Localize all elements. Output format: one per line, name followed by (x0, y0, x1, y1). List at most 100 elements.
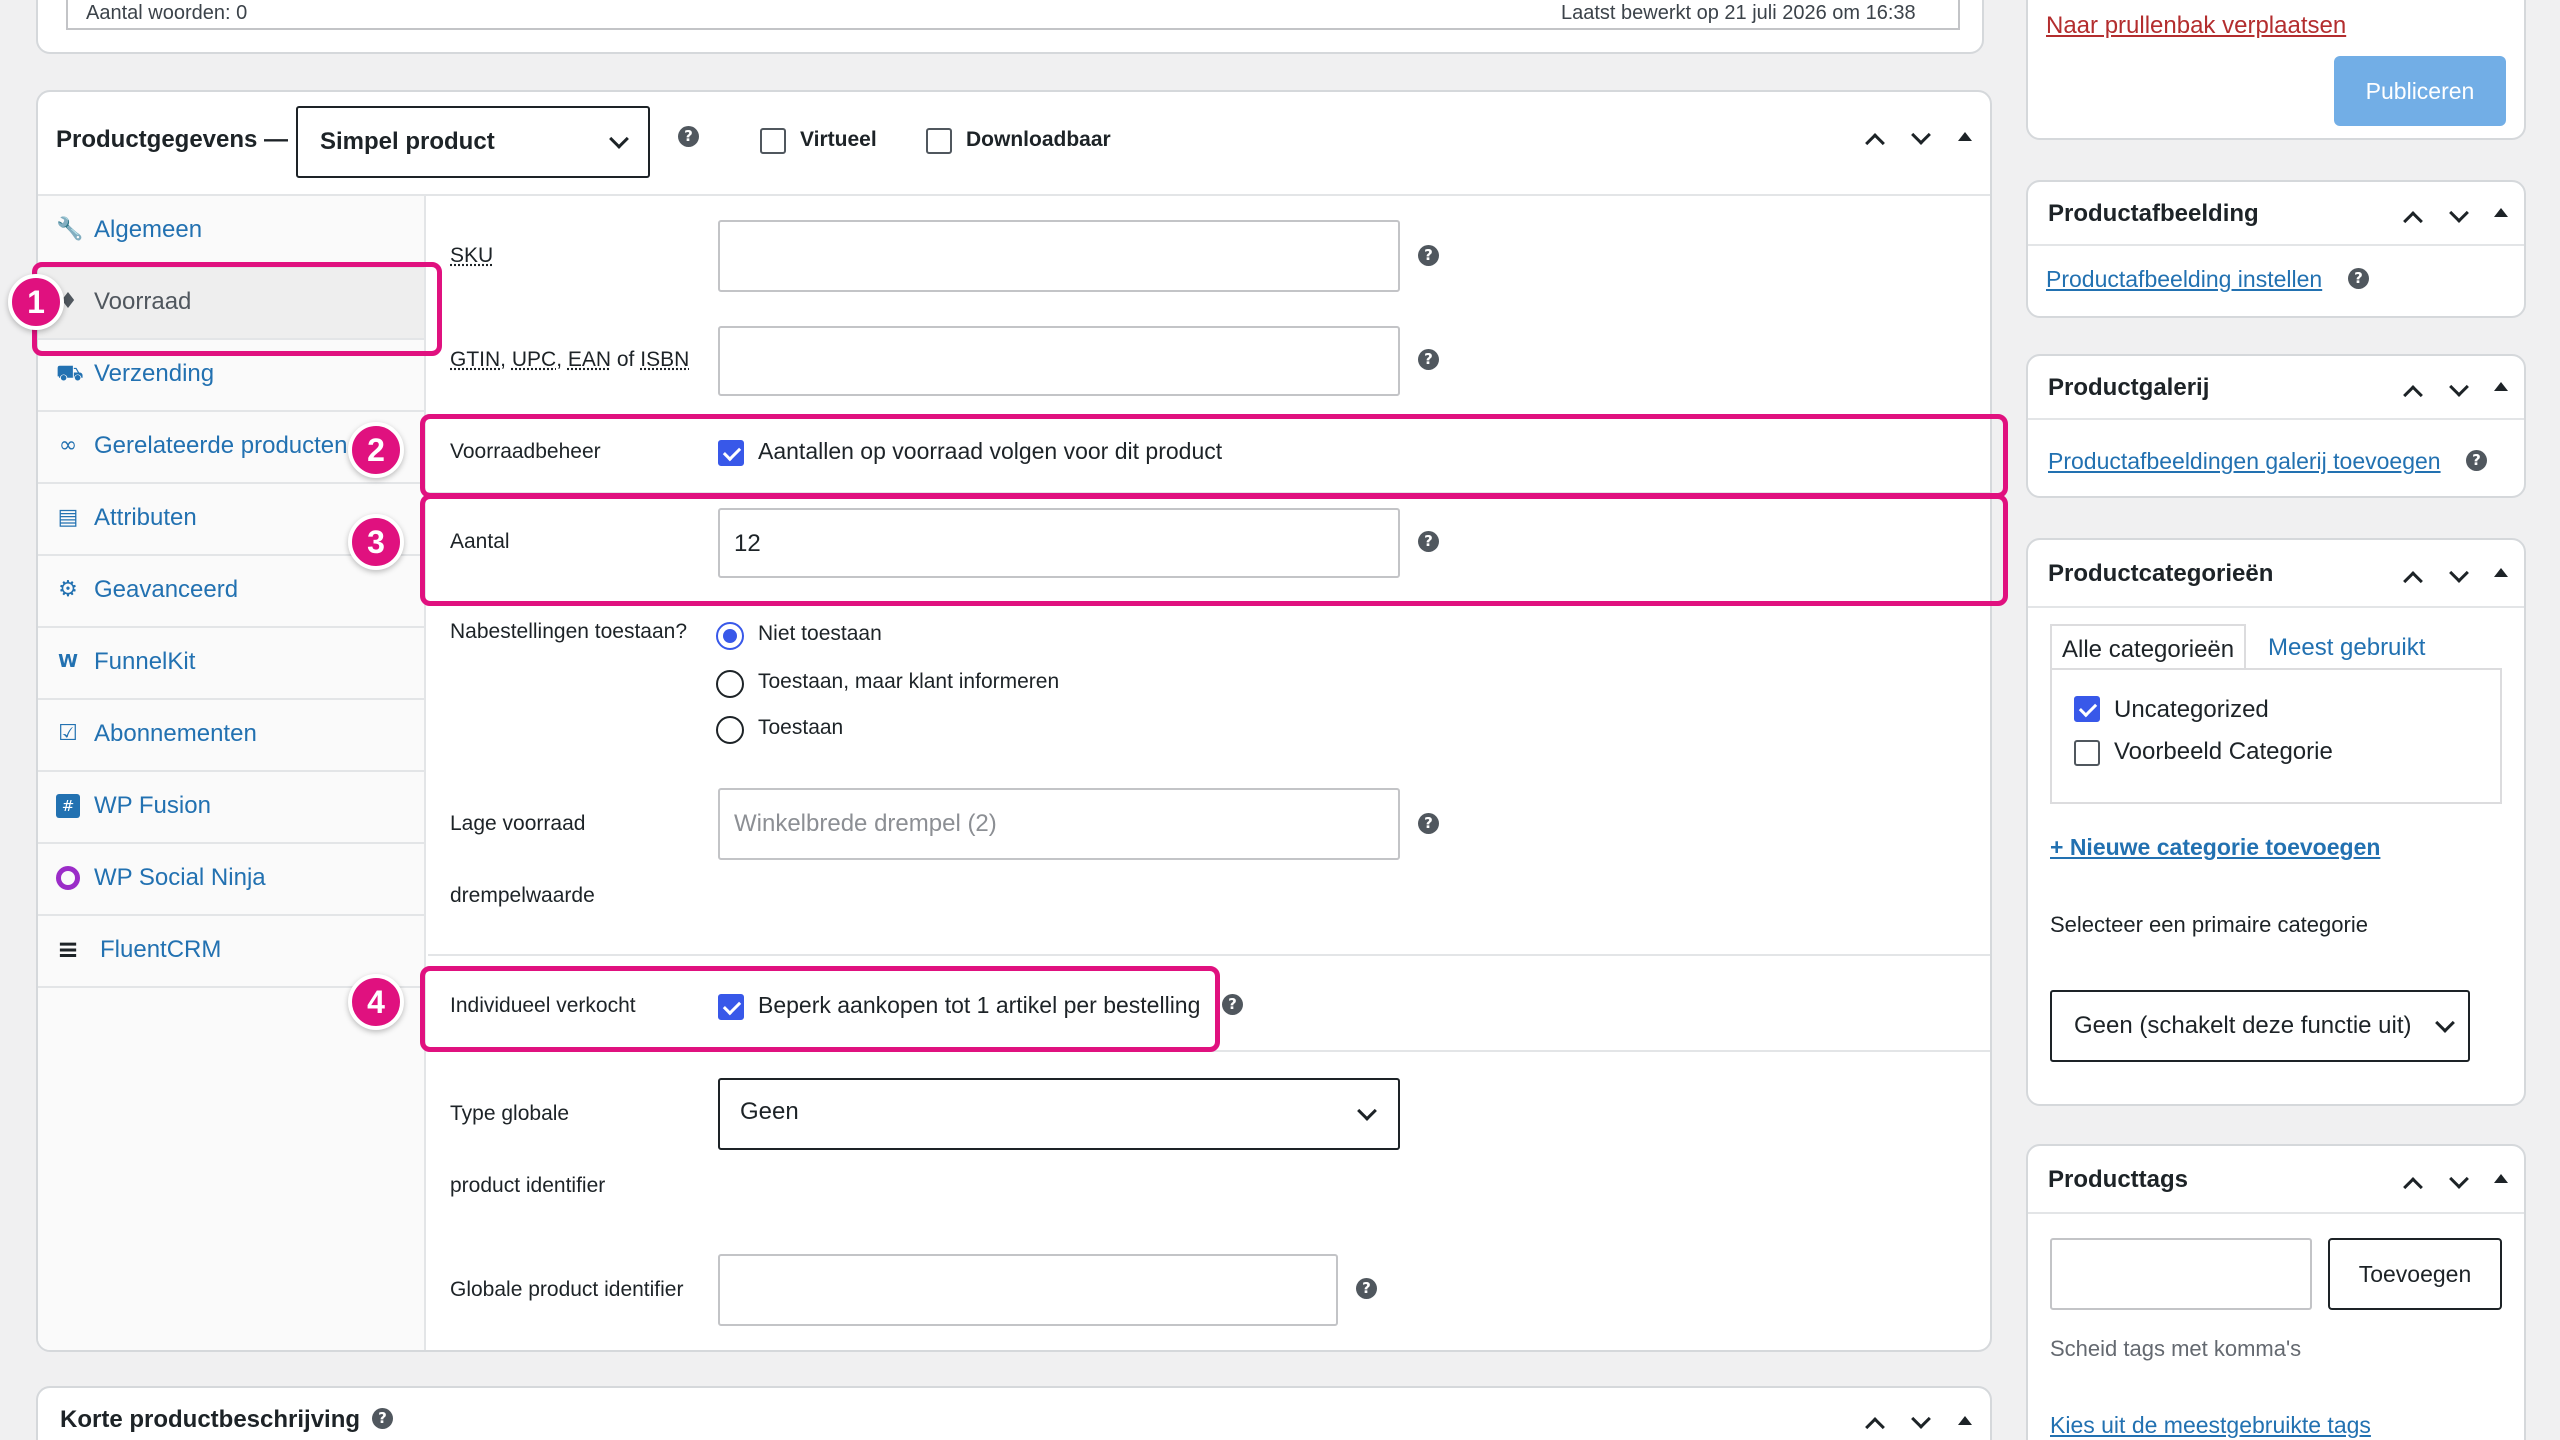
category-label: Uncategorized (2114, 696, 2269, 723)
truck-icon: ⛟ (56, 361, 84, 386)
help-icon[interactable]: ? (372, 1408, 393, 1429)
downloadable-label: Downloadbaar (966, 128, 1111, 151)
help-icon[interactable]: ? (2348, 268, 2369, 289)
collapse-toggle-icon[interactable] (2494, 208, 2508, 217)
move-up-icon[interactable] (2403, 211, 2423, 231)
gtin-label: GTIN, UPC, EAN of ISBN (450, 348, 690, 371)
divider (2028, 418, 2524, 420)
wrench-icon: 🔧 (56, 217, 84, 242)
global-id-type-select[interactable]: Geen (718, 1078, 1400, 1150)
gear-icon: ⚙ (58, 577, 78, 602)
product-image-panel: Productafbeelding Productafbeelding inst… (2026, 180, 2526, 318)
backorder-option-label: Niet toestaan (758, 622, 882, 645)
product-data-tabs: 🔧 Algemeen ♦ Voorraad ⛟ Verzending ∞ Ger… (38, 196, 426, 1350)
product-image-title: Productafbeelding (2048, 200, 2259, 227)
help-icon[interactable]: ? (1356, 1278, 1377, 1299)
collapse-toggle-icon[interactable] (1958, 1416, 1972, 1425)
move-up-icon[interactable] (2403, 1177, 2423, 1197)
tab-funnelkit[interactable]: W FunnelKit (38, 628, 424, 700)
last-edited: Laatst bewerkt op 21 juli 2026 om 16:38 (1561, 2, 1916, 24)
short-description-title: Korte productbeschrijving (60, 1406, 361, 1433)
highlight-sold-individually (420, 966, 1220, 1052)
move-down-icon[interactable] (2449, 203, 2469, 223)
move-down-icon[interactable] (1911, 1409, 1931, 1429)
collapse-toggle-icon[interactable] (1958, 132, 1972, 141)
backorder-option-radio[interactable] (716, 622, 744, 650)
product-type-select[interactable]: Simpel product (296, 106, 650, 178)
highlight-stock-management (420, 414, 2008, 498)
help-icon[interactable]: ? (1418, 349, 1439, 370)
chevron-down-icon (1357, 1101, 1377, 1121)
fluentcrm-icon: ≡ (57, 935, 79, 965)
list-icon: ▤ (57, 505, 79, 530)
collapse-toggle-icon[interactable] (2494, 568, 2508, 577)
move-down-icon[interactable] (2449, 377, 2469, 397)
product-data-title: Productgegevens — (56, 126, 289, 153)
annotation-badge-1: 1 (8, 274, 64, 330)
help-icon[interactable]: ? (678, 126, 699, 147)
sku-input[interactable] (718, 220, 1400, 292)
move-down-icon[interactable] (1911, 125, 1931, 145)
social-ninja-icon (56, 866, 80, 890)
product-tags-title: Producttags (2048, 1166, 2189, 1193)
add-tag-button[interactable]: Toevoegen (2328, 1238, 2502, 1310)
global-id-label: Globale product identifier (450, 1278, 684, 1301)
divider (2028, 606, 2524, 608)
primary-category-select[interactable]: Geen (schakelt deze functie uit) (2050, 990, 2470, 1062)
divider (2028, 244, 2524, 246)
tab-all-categories[interactable]: Alle categorieën (2050, 624, 2246, 670)
backorders-label: Nabestellingen toestaan? (450, 620, 688, 643)
product-gallery-panel: Productgalerij Productafbeeldingen galer… (2026, 354, 2526, 498)
wp-fusion-icon: # (56, 794, 80, 818)
category-label: Voorbeeld Categorie (2114, 738, 2333, 765)
tab-wp-fusion[interactable]: # WP Fusion (38, 772, 424, 844)
global-id-input[interactable] (718, 1254, 1338, 1326)
virtual-checkbox[interactable] (760, 128, 786, 154)
category-list: Uncategorized Voorbeeld Categorie (2050, 668, 2502, 804)
primary-category-label: Selecteer een primaire categorie (2050, 912, 2368, 937)
highlight-quantity (420, 494, 2008, 606)
trash-link[interactable]: Naar prullenbak verplaatsen (2046, 12, 2346, 40)
help-icon[interactable]: ? (1222, 994, 1243, 1015)
choose-tags-link[interactable]: Kies uit de meestgebruikte tags (2050, 1412, 2371, 1439)
low-stock-label: Lage voorraad (450, 812, 586, 835)
tab-algemeen[interactable]: 🔧 Algemeen (38, 196, 424, 268)
product-gallery-title: Productgalerij (2048, 374, 2210, 401)
backorder-option-label: Toestaan (758, 716, 844, 739)
add-gallery-images-link[interactable]: Productafbeeldingen galerij toevoegen (2048, 448, 2441, 475)
move-down-icon[interactable] (2449, 563, 2469, 583)
move-up-icon[interactable] (1865, 133, 1885, 153)
category-checkbox[interactable] (2074, 696, 2100, 722)
downloadable-checkbox[interactable] (926, 128, 952, 154)
chevron-down-icon (2435, 1013, 2455, 1033)
tags-hint: Scheid tags met komma's (2050, 1336, 2302, 1361)
move-up-icon[interactable] (2403, 385, 2423, 405)
collapse-toggle-icon[interactable] (2494, 1174, 2508, 1183)
tab-wp-social-ninja[interactable]: WP Social Ninja (38, 844, 424, 916)
low-stock-label-line2: drempelwaarde (450, 884, 595, 907)
tab-most-used[interactable]: Meest gebruikt (2268, 634, 2425, 662)
low-stock-input[interactable]: Winkelbrede drempel (2) (718, 788, 1400, 860)
annotation-badge-2: 2 (348, 422, 404, 478)
collapse-toggle-icon[interactable] (2494, 382, 2508, 391)
move-down-icon[interactable] (2449, 1169, 2469, 1189)
help-icon[interactable]: ? (2466, 450, 2487, 471)
short-description-panel: Korte productbeschrijving ? (36, 1386, 1992, 1440)
global-id-type-label-line2: product identifier (450, 1174, 606, 1197)
move-up-icon[interactable] (1865, 1417, 1885, 1437)
gtin-input[interactable] (718, 326, 1400, 396)
backorder-option-radio[interactable] (716, 716, 744, 744)
backorder-option-radio[interactable] (716, 670, 744, 698)
highlight-voorraad-tab (32, 262, 442, 356)
add-category-link[interactable]: + Nieuwe categorie toevoegen (2050, 834, 2380, 861)
publish-panel: Naar prullenbak verplaatsen Publiceren (2026, 0, 2526, 140)
backorder-option-label: Toestaan, maar klant informeren (758, 670, 1060, 693)
help-icon[interactable]: ? (1418, 813, 1439, 834)
move-up-icon[interactable] (2403, 571, 2423, 591)
tag-input[interactable] (2050, 1238, 2312, 1310)
category-checkbox[interactable] (2074, 740, 2100, 766)
publish-button[interactable]: Publiceren (2334, 56, 2506, 126)
set-product-image-link[interactable]: Productafbeelding instellen (2046, 266, 2322, 293)
tab-abonnementen[interactable]: ☑ Abonnementen (38, 700, 424, 772)
help-icon[interactable]: ? (1418, 245, 1439, 266)
